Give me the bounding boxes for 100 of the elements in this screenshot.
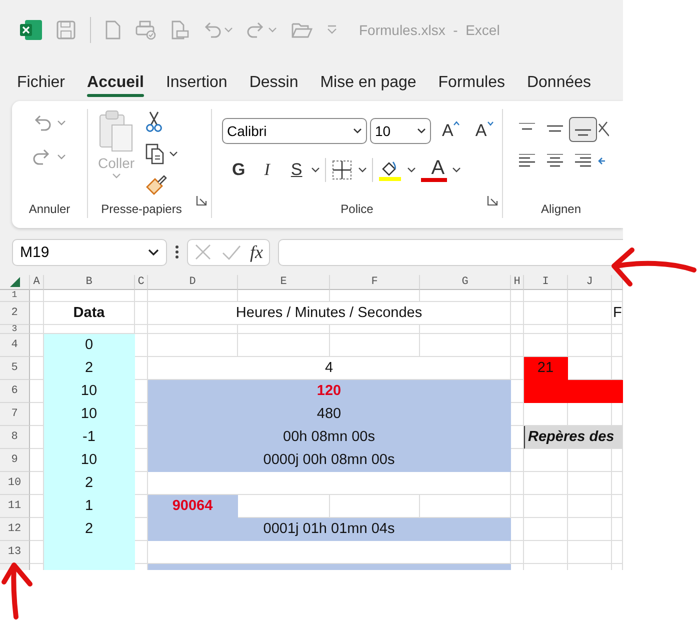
column-header[interactable]: F [371, 276, 378, 288]
column-header[interactable]: J [586, 276, 593, 288]
name-box[interactable]: M19 [12, 238, 167, 266]
insert-function-button[interactable]: fx [250, 242, 263, 262]
align-left-icon [519, 154, 535, 167]
table-cell: 2 [44, 357, 135, 380]
table-cell: 1 [44, 495, 135, 518]
table-cell: 120 [148, 380, 511, 403]
table-cell: 90064 [148, 495, 238, 518]
ribbon-tab[interactable]: Mise en page [312, 74, 424, 98]
table-cell [568, 541, 612, 564]
table-cell [612, 495, 623, 518]
table-cell [511, 472, 524, 495]
table-cell [511, 541, 524, 564]
up-caret-icon [453, 121, 460, 126]
ribbon-tab[interactable]: Formules [430, 74, 513, 98]
row-header[interactable]: 8 [11, 431, 18, 443]
select-all-icon[interactable] [10, 277, 20, 287]
font-color-button[interactable]: A [421, 158, 447, 182]
table-cell [612, 472, 623, 495]
align-center-icon [547, 154, 563, 167]
table-cell [135, 334, 148, 357]
column-header[interactable]: E [280, 276, 287, 288]
table-cell: 2 [44, 472, 135, 495]
table-cell [524, 449, 568, 472]
row-header[interactable]: 5 [11, 362, 18, 374]
table-cell [511, 403, 524, 426]
table-cell [568, 449, 612, 472]
table-cell: 00h 08mn 00s [148, 426, 511, 449]
align-bottom-button[interactable] [569, 117, 597, 142]
decrease-font-button[interactable]: A [469, 121, 500, 141]
window-title: Formules.xlsx - Excel [359, 22, 500, 38]
table-cell: -1 [44, 426, 135, 449]
more-options-icon[interactable] [175, 245, 179, 259]
table-cell: 0001j 01h 01mn 04s [148, 518, 511, 541]
column-header[interactable]: I [542, 276, 549, 288]
table-cell [135, 472, 148, 495]
bold-button[interactable]: G [226, 160, 252, 180]
caret-icon[interactable] [311, 167, 320, 173]
caret-icon[interactable] [358, 167, 368, 173]
column-header[interactable]: G [462, 276, 468, 288]
table-cell [612, 518, 623, 541]
row-header[interactable]: 7 [11, 408, 18, 420]
row-header[interactable]: 6 [11, 385, 18, 397]
table-cell [568, 302, 612, 325]
table-cell [612, 325, 623, 334]
table-cell [524, 541, 568, 564]
caret-icon[interactable] [407, 167, 416, 173]
table-cell [511, 302, 524, 325]
row-header[interactable]: 2 [11, 307, 18, 319]
group-label: Alignen [541, 202, 582, 216]
group-label: Presse-papiers [101, 202, 182, 216]
copy-icon[interactable] [144, 143, 165, 165]
table-cell [30, 302, 44, 325]
caret-icon [112, 173, 121, 179]
table-cell: Repères des [524, 426, 623, 449]
dialog-launcher-icon[interactable] [487, 195, 498, 206]
table-cell: F [612, 302, 623, 325]
table-cell [511, 495, 524, 518]
undo-icon[interactable] [33, 113, 53, 133]
borders-icon[interactable] [331, 159, 354, 181]
row-header[interactable]: 4 [11, 339, 18, 351]
row-header[interactable]: 1 [12, 291, 18, 300]
ribbon-tab[interactable]: Données [518, 74, 600, 98]
table-cell [511, 325, 524, 334]
table-cell: 21 [524, 357, 568, 380]
underline-button[interactable]: S [282, 160, 306, 180]
table-cell [135, 325, 148, 334]
table-cell: 10 [44, 449, 135, 472]
format-painter-icon[interactable] [144, 175, 167, 197]
caret-icon[interactable] [168, 151, 178, 157]
scissors-icon[interactable] [144, 111, 163, 133]
italic-button[interactable]: I [256, 160, 278, 180]
clipboard-icon [98, 109, 134, 153]
ribbon-tab[interactable]: Fichier [9, 74, 74, 98]
ribbon-tab[interactable]: Dessin [241, 74, 306, 98]
ribbon-tab[interactable]: Accueil [79, 74, 152, 98]
ribbon-tab[interactable]: Insertion [158, 74, 236, 98]
table-cell [524, 302, 568, 325]
table-cell: Data [44, 302, 135, 325]
table-cell [511, 334, 524, 357]
column-header[interactable]: B [86, 276, 92, 288]
font-size-field[interactable]: 10 [370, 118, 431, 144]
column-header[interactable] [612, 275, 623, 290]
caret-icon [353, 128, 362, 134]
table-cell [30, 325, 44, 334]
caret-icon[interactable] [452, 167, 461, 173]
table-cell [612, 334, 623, 357]
table-cell [568, 334, 612, 357]
column-header[interactable]: D [189, 276, 196, 288]
font-name-field[interactable]: Calibri [222, 118, 367, 144]
increase-font-button[interactable]: A [434, 121, 466, 141]
table-cell [568, 325, 612, 334]
table-cell: 0000j 00h 08mn 00s [148, 449, 511, 472]
formula-input[interactable] [278, 238, 623, 266]
table-cell [511, 518, 524, 541]
table-cell [524, 518, 568, 541]
dialog-launcher-icon[interactable] [196, 195, 207, 206]
row-header[interactable]: 9 [11, 454, 18, 466]
table-cell: 10 [44, 403, 135, 426]
